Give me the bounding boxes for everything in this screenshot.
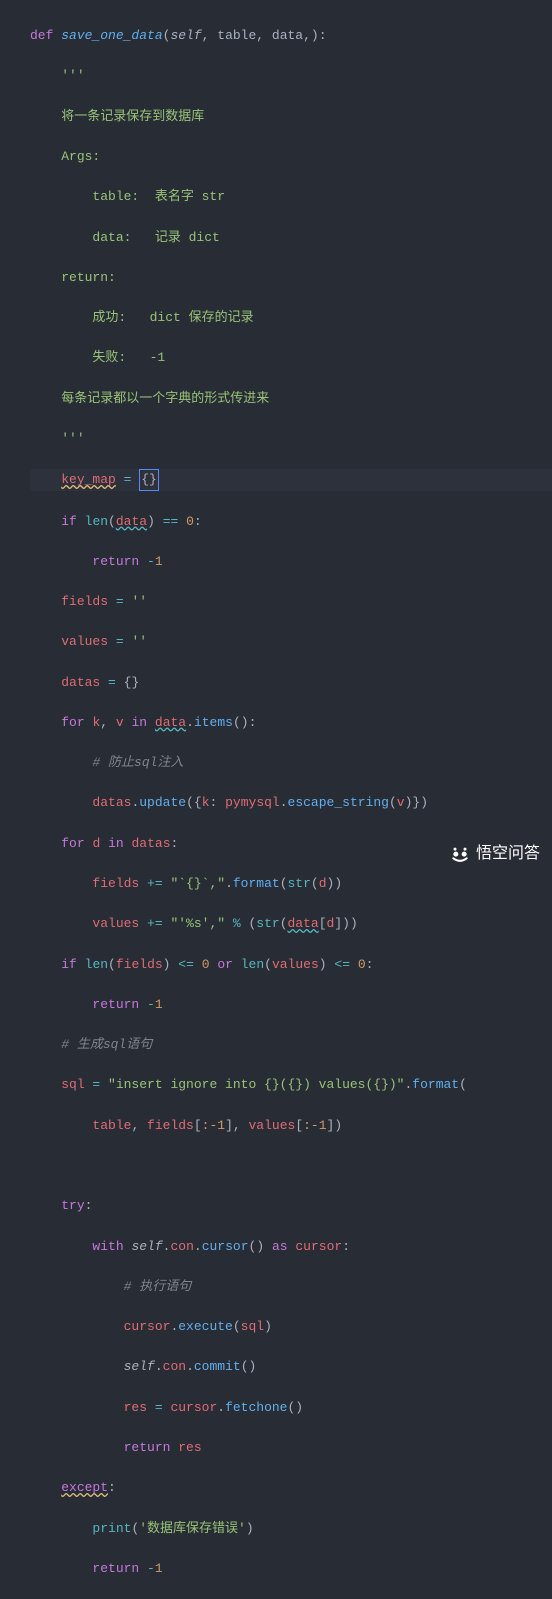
watermark-text: 悟空问答: [476, 842, 540, 867]
watermark: 悟空问答: [450, 842, 540, 867]
wukong-icon: [450, 845, 470, 865]
func-name: save_one_data: [61, 28, 162, 43]
kw-def: def: [30, 28, 53, 43]
cursor-position[interactable]: {}: [139, 469, 159, 491]
code-editor: def save_one_data(self, table, data,): '…: [0, 6, 552, 1599]
